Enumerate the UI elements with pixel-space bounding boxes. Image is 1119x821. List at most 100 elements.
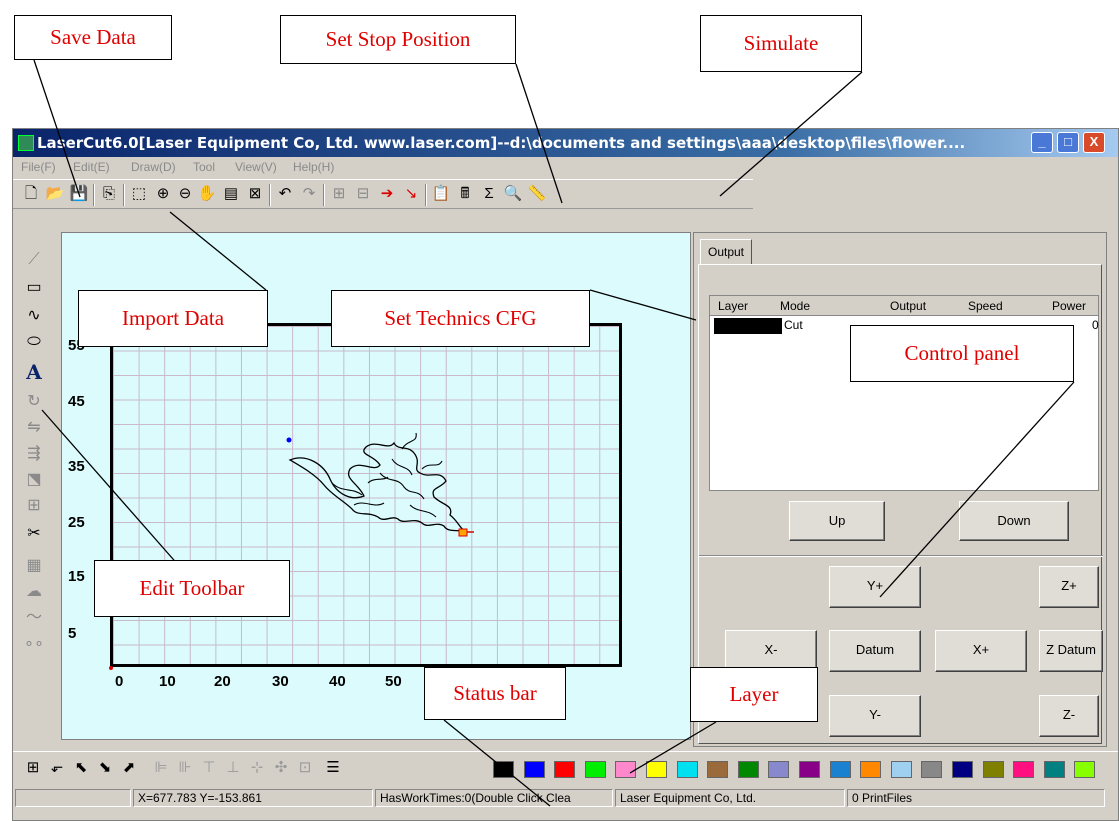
zoom-out-icon[interactable]: ⊖: [175, 184, 195, 204]
layer-color-swatch[interactable]: [890, 761, 912, 778]
align-bottom-icon[interactable]: ⊥: [223, 758, 243, 778]
layer-color-swatch[interactable]: [1013, 761, 1035, 778]
ruler-icon[interactable]: 📏: [527, 184, 547, 204]
offset-icon[interactable]: ☁: [23, 581, 45, 603]
edit-toolbar: ⟋ ▭ ∿ ⬭ A ↻ ⇋ ⇶ ⬔ ⊞ ✂ ▦ ☁ 〜 ∘∘: [13, 211, 59, 739]
curve-icon[interactable]: ∿: [23, 305, 45, 327]
fit-view-icon[interactable]: ⊠: [245, 184, 265, 204]
title-bar[interactable]: LaserCut6.0[Laser Equipment Co, Ltd. www…: [13, 129, 1118, 157]
technics-cfg-icon[interactable]: 📋: [431, 184, 451, 204]
layer-color-swatch[interactable]: [799, 761, 820, 778]
callout-layer: Layer: [690, 667, 818, 722]
hatch-icon[interactable]: ▦: [23, 555, 45, 577]
z-datum-button[interactable]: Z Datum: [1039, 630, 1103, 672]
menu-draw[interactable]: Draw(D): [131, 160, 176, 174]
group-icon[interactable]: ⊟: [353, 184, 373, 204]
align-right-icon[interactable]: ⊪: [175, 758, 195, 778]
layer-color-swatch[interactable]: [646, 761, 667, 778]
page-icon[interactable]: ▤: [221, 184, 241, 204]
layer-color-swatch[interactable]: [952, 761, 973, 778]
layer-color-swatch[interactable]: [584, 761, 606, 778]
corner-bottom-left-icon[interactable]: ⬐: [47, 758, 67, 778]
hand-pan-icon[interactable]: ✋: [197, 184, 217, 204]
menu-view[interactable]: View(V): [235, 160, 277, 174]
layer-color-swatch[interactable]: [615, 761, 637, 778]
layer-color-swatch[interactable]: [554, 761, 576, 778]
layer-color-swatch[interactable]: [921, 761, 943, 778]
layer-power-value: 0: [1092, 318, 1099, 332]
grid-icon[interactable]: ⊞: [23, 758, 43, 778]
import-icon[interactable]: ⎘: [99, 184, 119, 204]
center-page-icon[interactable]: ⊡: [295, 758, 315, 778]
column-output[interactable]: Output: [890, 299, 926, 313]
more-icon[interactable]: ∘∘: [23, 633, 45, 655]
set-stop-position-icon[interactable]: ➔: [377, 184, 397, 204]
mirror-icon[interactable]: ⇋: [23, 417, 45, 439]
center-h-icon[interactable]: ⊹: [247, 758, 267, 778]
simulate-icon[interactable]: 🔍: [503, 184, 523, 204]
calculator-icon[interactable]: 🖩: [455, 184, 475, 204]
zoom-in-icon[interactable]: ⊕: [153, 184, 173, 204]
align-icon[interactable]: ⇶: [23, 443, 45, 465]
select-icon[interactable]: ⬚: [129, 184, 149, 204]
menu-help[interactable]: Help(H): [293, 160, 334, 174]
y-minus-button[interactable]: Y-: [829, 695, 921, 737]
datum-button[interactable]: Datum: [829, 630, 921, 672]
corner-bottom-right-icon[interactable]: ⬊: [95, 758, 115, 778]
save-icon[interactable]: 💾: [69, 184, 89, 204]
status-work-times[interactable]: HasWorkTimes:0(Double Click Clea: [375, 789, 613, 807]
text-icon[interactable]: A: [23, 361, 45, 383]
tab-output[interactable]: Output: [700, 239, 752, 265]
column-speed[interactable]: Speed: [968, 299, 1003, 313]
smooth-icon[interactable]: 〜: [23, 607, 45, 629]
align-left-icon[interactable]: ⊫: [151, 758, 171, 778]
layer-color-swatch[interactable]: [493, 761, 514, 778]
menu-edit[interactable]: Edit(E): [73, 160, 110, 174]
column-layer[interactable]: Layer: [718, 299, 748, 313]
menu-tool[interactable]: Tool: [193, 160, 215, 174]
scissors-icon[interactable]: ✂: [23, 523, 45, 545]
array-icon[interactable]: ⊞: [23, 495, 45, 517]
menu-file[interactable]: File(F): [21, 160, 56, 174]
up-button[interactable]: Up: [789, 501, 885, 541]
open-folder-icon[interactable]: 📂: [45, 184, 65, 204]
layer-color-swatch[interactable]: [523, 761, 545, 778]
layer-color-swatch[interactable]: [737, 761, 759, 778]
close-button[interactable]: X: [1083, 132, 1105, 153]
layer-color-swatch[interactable]: [768, 761, 790, 778]
column-power[interactable]: Power: [1052, 299, 1086, 313]
corner-top-left-icon[interactable]: ⬉: [71, 758, 91, 778]
layer-color-swatch[interactable]: [860, 761, 882, 778]
align-top-icon[interactable]: ⊤: [199, 758, 219, 778]
corner-top-right-icon[interactable]: ⬈: [119, 758, 139, 778]
y-plus-button[interactable]: Y+: [829, 566, 921, 608]
arrange-icon[interactable]: ⊞: [329, 184, 349, 204]
minimize-button[interactable]: _: [1031, 132, 1053, 153]
redo-icon[interactable]: ↷: [299, 184, 319, 204]
maximize-button[interactable]: □: [1057, 132, 1079, 153]
z-minus-button[interactable]: Z-: [1039, 695, 1099, 737]
rectangle-icon[interactable]: ▭: [23, 277, 45, 299]
layer-color-swatch[interactable]: [829, 761, 851, 778]
x-plus-button[interactable]: X+: [935, 630, 1027, 672]
sum-icon[interactable]: Σ: [479, 184, 499, 204]
z-plus-button[interactable]: Z+: [1039, 566, 1099, 608]
layer-color-swatch[interactable]: [982, 761, 1004, 778]
x-minus-button[interactable]: X-: [725, 630, 817, 672]
new-file-icon[interactable]: 🗋: [21, 184, 41, 204]
status-pane-empty: [15, 789, 131, 807]
layers-icon[interactable]: ☰: [323, 758, 343, 778]
column-mode[interactable]: Mode: [780, 299, 810, 313]
ellipse-icon[interactable]: ⬭: [23, 331, 45, 353]
layer-color-swatch[interactable]: [676, 761, 698, 778]
down-button[interactable]: Down: [959, 501, 1069, 541]
layer-color-swatch[interactable]: [1074, 761, 1096, 778]
layer-color-swatch[interactable]: [707, 761, 729, 778]
node-edit-icon[interactable]: ⬔: [23, 469, 45, 491]
line-icon[interactable]: ⟋: [23, 249, 45, 271]
rotate-icon[interactable]: ↻: [23, 391, 45, 413]
center-v-icon[interactable]: ✣: [271, 758, 291, 778]
undo-icon[interactable]: ↶: [275, 184, 295, 204]
cut-path-icon[interactable]: ↘: [401, 184, 421, 204]
layer-color-swatch[interactable]: [1043, 761, 1065, 778]
